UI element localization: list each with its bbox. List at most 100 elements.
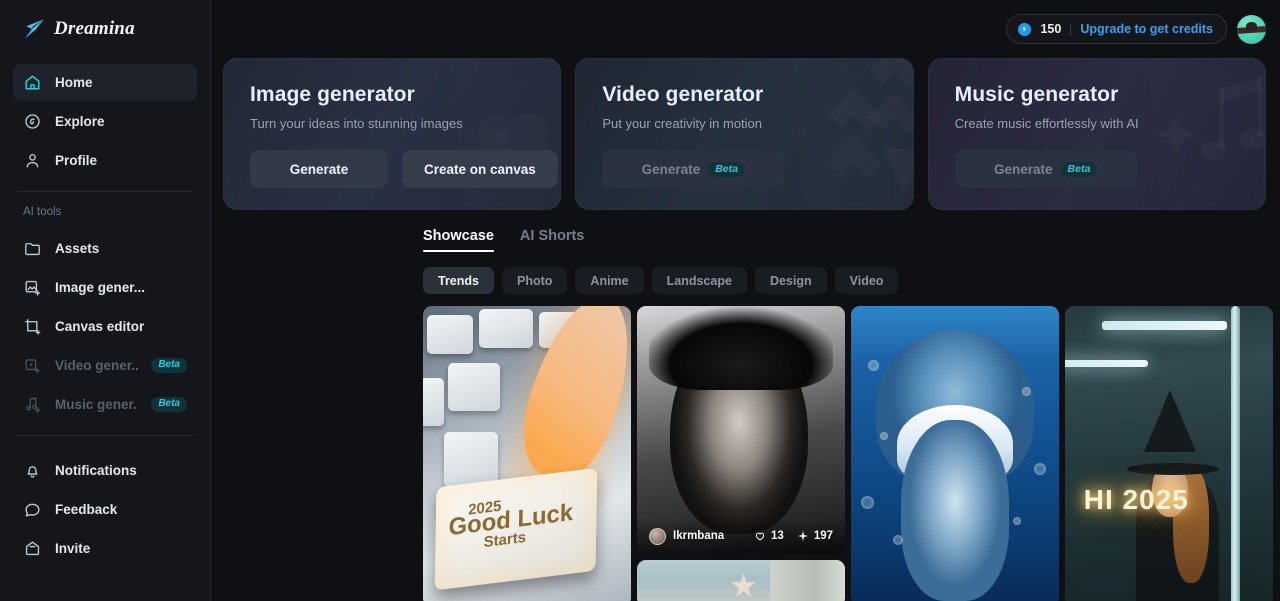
brand-name: Dreamina — [54, 18, 135, 39]
chip-photo[interactable]: Photo — [502, 267, 568, 294]
chip-design[interactable]: Design — [754, 267, 827, 294]
avatar[interactable] — [1237, 14, 1266, 44]
beta-badge: Beta — [1060, 161, 1098, 177]
gallery-card-meta: Ikrmbana 13 197 — [637, 518, 845, 554]
gallery-image — [637, 306, 845, 554]
sidebar-footer-nav: Notifications Feedback Invite — [0, 446, 210, 569]
star-shape-icon — [731, 573, 757, 597]
upgrade-link[interactable]: Upgrade to get credits — [1080, 22, 1213, 36]
credits-count: 150 — [1040, 22, 1062, 36]
sidebar-tools-nav: Assets Image gener... Canvas editor Vide… — [0, 224, 210, 425]
gallery-card-keyboard[interactable]: 2025 Good Luck Starts — [423, 306, 631, 601]
sidebar-item-label: Canvas editor — [55, 319, 145, 334]
sidebar-item-label: Video gener... — [55, 358, 139, 373]
pill-divider — [1070, 22, 1072, 36]
sparkle-icon — [797, 531, 808, 541]
sidebar-item-explore[interactable]: Explore — [13, 103, 197, 140]
sidebar-item-canvas-editor[interactable]: Canvas editor — [13, 308, 197, 345]
gallery-stats: 13 197 — [754, 530, 833, 542]
card-video-generator[interactable]: Video generator Put your creativity in m… — [575, 58, 914, 210]
generate-button[interactable]: Generate Beta — [602, 150, 785, 188]
sparkler-text: HI 2025 — [1083, 483, 1189, 515]
image-plus-icon — [25, 280, 41, 296]
bell-icon — [27, 466, 38, 478]
chip-video[interactable]: Video — [834, 267, 899, 294]
card-title: Image generator — [250, 83, 415, 106]
sidebar-item-label: Explore — [55, 114, 105, 129]
gallery-image — [637, 560, 845, 601]
card-subtitle: Create music effortlessly with AI — [954, 116, 1139, 131]
showcase-gallery: 2025 Good Luck Starts Ikrmbana 13 197 HI… — [211, 294, 1280, 601]
credits-pill[interactable]: 150 Upgrade to get credits — [1006, 14, 1227, 44]
gallery-column-4: HI 2025 — [1065, 306, 1273, 601]
app-root: Dreamina Home Explore Profile AI tools A… — [0, 0, 1280, 601]
sidebar-item-feedback[interactable]: Feedback — [13, 491, 197, 528]
gallery-card-subway[interactable]: HI 2025 — [1065, 306, 1273, 601]
card-subtitle: Turn your ideas into stunning images — [250, 116, 463, 131]
keycap: 2025 Good Luck Starts — [435, 467, 599, 591]
generate-button[interactable]: Generate Beta — [954, 150, 1137, 188]
card-actions: Generate Beta — [954, 150, 1265, 188]
subway-pole — [1230, 306, 1240, 601]
tab-ai-shorts[interactable]: AI Shorts — [520, 228, 584, 252]
brand-logo[interactable]: Dreamina — [0, 0, 210, 58]
sidebar-item-image-generator[interactable]: Image gener... — [13, 269, 197, 306]
card-title: Video generator — [602, 83, 764, 106]
likes-count: 13 — [771, 530, 784, 542]
stars-stat[interactable]: 197 — [797, 530, 833, 542]
card-image-generator[interactable]: Image generator Turn your ideas into stu… — [223, 58, 562, 210]
sidebar-item-invite[interactable]: Invite — [13, 530, 197, 567]
sidebar-item-notifications[interactable]: Notifications — [13, 452, 197, 489]
sidebar-item-label: Notifications — [55, 463, 137, 478]
compass-icon — [25, 114, 40, 129]
sidebar-item-home[interactable]: Home — [13, 64, 197, 101]
chat-icon — [25, 503, 40, 517]
sidebar-divider-bottom — [17, 435, 193, 436]
author-name: Ikrmbana — [673, 530, 725, 542]
content-tabs: Showcase AI Shorts — [211, 210, 1280, 252]
coin-icon — [1018, 22, 1032, 36]
gallery-column-2: Ikrmbana 13 197 — [637, 306, 845, 601]
canvas-icon — [25, 319, 41, 335]
sidebar-primary-nav: Home Explore Profile — [0, 58, 210, 181]
create-on-canvas-button[interactable]: Create on canvas — [402, 150, 558, 188]
user-icon — [26, 153, 39, 168]
chip-trends[interactable]: Trends — [423, 267, 494, 294]
sidebar-item-label: Invite — [55, 541, 91, 556]
chip-landscape[interactable]: Landscape — [651, 267, 747, 294]
sidebar-item-label: Music gener... — [55, 397, 139, 412]
gallery-image: 2025 Good Luck Starts — [423, 306, 631, 601]
sidebar-section-label: AI tools — [23, 206, 62, 218]
gallery-column-1: 2025 Good Luck Starts — [423, 306, 631, 601]
video-plus-icon — [25, 359, 40, 374]
sidebar-item-video-generator[interactable]: Video gener... Beta — [13, 347, 197, 384]
tab-showcase[interactable]: Showcase — [423, 228, 494, 252]
sidebar-item-assets[interactable]: Assets — [13, 230, 197, 267]
sidebar-item-profile[interactable]: Profile — [13, 142, 197, 179]
generate-button[interactable]: Generate — [250, 150, 388, 188]
gallery-card-pastel[interactable] — [637, 560, 845, 601]
music-plus-icon — [26, 397, 41, 413]
sidebar-item-music-generator[interactable]: Music gener... Beta — [13, 386, 197, 423]
generate-label: Generate — [994, 161, 1053, 177]
home-icon — [25, 75, 40, 90]
chip-anime[interactable]: Anime — [575, 267, 644, 294]
witch-hat-icon — [1144, 390, 1197, 453]
card-music-generator[interactable]: Music generator Create music effortlessl… — [927, 58, 1266, 210]
face-shape — [900, 420, 1010, 601]
sidebar-item-label: Home — [55, 75, 93, 90]
hero-cards: Image generator Turn your ideas into stu… — [211, 58, 1280, 210]
dreamina-arrow-logo-icon — [24, 19, 44, 39]
gallery-card-portrait[interactable]: Ikrmbana 13 197 — [637, 306, 845, 554]
gallery-card-shark[interactable] — [851, 306, 1059, 601]
stars-count: 197 — [813, 530, 833, 542]
sidebar-item-label: Image gener... — [55, 280, 146, 295]
likes-stat[interactable]: 13 — [754, 530, 784, 542]
sidebar: Dreamina Home Explore Profile AI tools A… — [0, 0, 211, 601]
card-subtitle: Put your creativity in motion — [602, 116, 763, 131]
top-bar: 150 Upgrade to get credits — [211, 0, 1280, 58]
folder-icon — [25, 243, 40, 256]
author-avatar — [649, 527, 666, 545]
gallery-column-3 — [851, 306, 1059, 601]
invite-icon — [25, 541, 40, 556]
